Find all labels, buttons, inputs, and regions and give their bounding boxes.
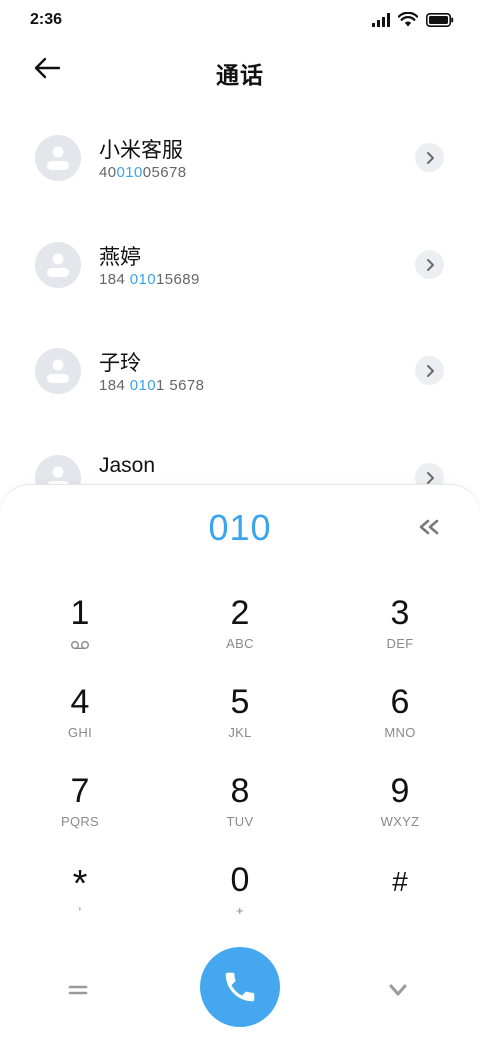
- number-prefix: 184: [99, 377, 130, 394]
- app-bar: 通话: [0, 40, 480, 100]
- dialpad-sheet: 010 1 2 ABC 3 DEF 4 GHI 5 JKL 6 MNO 7 PQ…: [0, 484, 480, 1040]
- contact-number: 4001005678: [99, 164, 186, 181]
- number-suffix: 1 5678: [156, 377, 205, 394]
- voicemail-icon: [0, 639, 160, 653]
- equals-icon: [68, 985, 88, 995]
- contact-name: 子玲: [99, 352, 141, 375]
- key-letters: ABC: [226, 636, 254, 651]
- key-letters: MNO: [384, 725, 416, 740]
- key-letters: WXYZ: [380, 814, 420, 829]
- battery-icon: [426, 12, 454, 32]
- backspace-button[interactable]: [412, 513, 446, 541]
- page-title: 通话: [216, 62, 264, 88]
- key-9[interactable]: 9 WXYZ: [320, 759, 480, 839]
- contact-name: 燕婷: [99, 246, 141, 269]
- contact-name: Jason: [99, 454, 156, 477]
- key-5[interactable]: 5 JKL: [160, 670, 320, 750]
- number-match: 010: [129, 377, 157, 394]
- dialed-number: 010: [208, 507, 272, 548]
- key-digit: 7: [70, 772, 90, 810]
- key-letters: JKL: [228, 725, 252, 740]
- key-letters: DEF: [386, 636, 414, 651]
- contact-detail-button[interactable]: [415, 143, 444, 172]
- collapse-dialpad-button[interactable]: [382, 975, 414, 1005]
- key-digit: 2: [230, 594, 250, 632]
- number-match: 010: [129, 271, 157, 288]
- dialpad-actions: [0, 947, 480, 1027]
- person-icon: [47, 359, 69, 383]
- number-prefix: 40: [99, 164, 117, 181]
- call-button[interactable]: [200, 947, 280, 1027]
- status-time: 2:36: [30, 11, 63, 28]
- chevron-right-icon: [426, 258, 434, 271]
- key-digit: 1: [70, 594, 90, 632]
- key-digit: 3: [390, 594, 410, 632]
- status-bar: 2:36: [0, 0, 480, 40]
- status-icons: [372, 11, 454, 32]
- number-prefix: 184: [99, 271, 130, 288]
- key-2[interactable]: 2 ABC: [160, 581, 320, 661]
- key-7[interactable]: 7 PQRS: [0, 759, 160, 839]
- key-digit: 6: [390, 683, 410, 721]
- key-digit: 8: [230, 772, 250, 810]
- contact-detail-button[interactable]: [415, 250, 444, 279]
- number-suffix: 05678: [142, 164, 187, 181]
- key-star[interactable]: * ,: [0, 848, 160, 928]
- key-8[interactable]: 8 TUV: [160, 759, 320, 839]
- contact-row[interactable]: 燕婷 184 01015689: [0, 207, 480, 307]
- key-4[interactable]: 4 GHI: [0, 670, 160, 750]
- signal-icon: [372, 12, 390, 32]
- key-hash[interactable]: #: [320, 848, 480, 928]
- key-digit: 5: [230, 683, 250, 721]
- avatar: [35, 135, 81, 181]
- contact-name: 小米客服: [99, 139, 183, 162]
- contact-number: 184 0101 5678: [99, 377, 204, 394]
- contact-row[interactable]: 小米客服 4001005678: [0, 100, 480, 200]
- number-match: 010: [116, 164, 143, 181]
- chevron-right-icon: [426, 364, 434, 377]
- key-letters: PQRS: [60, 814, 100, 829]
- chevron-right-icon: [426, 151, 434, 164]
- key-letters: GHI: [67, 725, 92, 740]
- key-1[interactable]: 1: [0, 581, 160, 661]
- key-0[interactable]: 0 +: [160, 848, 320, 928]
- chevron-right-icon: [426, 471, 434, 484]
- wifi-icon: [397, 11, 419, 32]
- key-6[interactable]: 6 MNO: [320, 670, 480, 750]
- key-letters: +: [236, 903, 244, 918]
- key-letters: TUV: [226, 814, 254, 829]
- key-digit: 9: [390, 772, 410, 810]
- key-letters: ,: [78, 897, 82, 912]
- menu-button[interactable]: [60, 975, 96, 1005]
- key-3[interactable]: 3 DEF: [320, 581, 480, 661]
- contact-detail-button[interactable]: [415, 356, 444, 385]
- contact-number: 184 01015689: [99, 271, 200, 288]
- person-icon: [47, 146, 69, 170]
- avatar: [35, 348, 81, 394]
- phone-icon: [225, 972, 255, 1002]
- number-suffix: 15689: [156, 271, 200, 288]
- key-digit: 0: [230, 861, 250, 899]
- chevron-down-icon: [389, 984, 407, 996]
- key-digit: #: [392, 866, 408, 897]
- key-digit: 4: [70, 683, 90, 721]
- contact-row[interactable]: 子玲 184 0101 5678: [0, 313, 480, 413]
- person-icon: [47, 253, 69, 277]
- backspace-icon: [419, 519, 439, 535]
- avatar: [35, 242, 81, 288]
